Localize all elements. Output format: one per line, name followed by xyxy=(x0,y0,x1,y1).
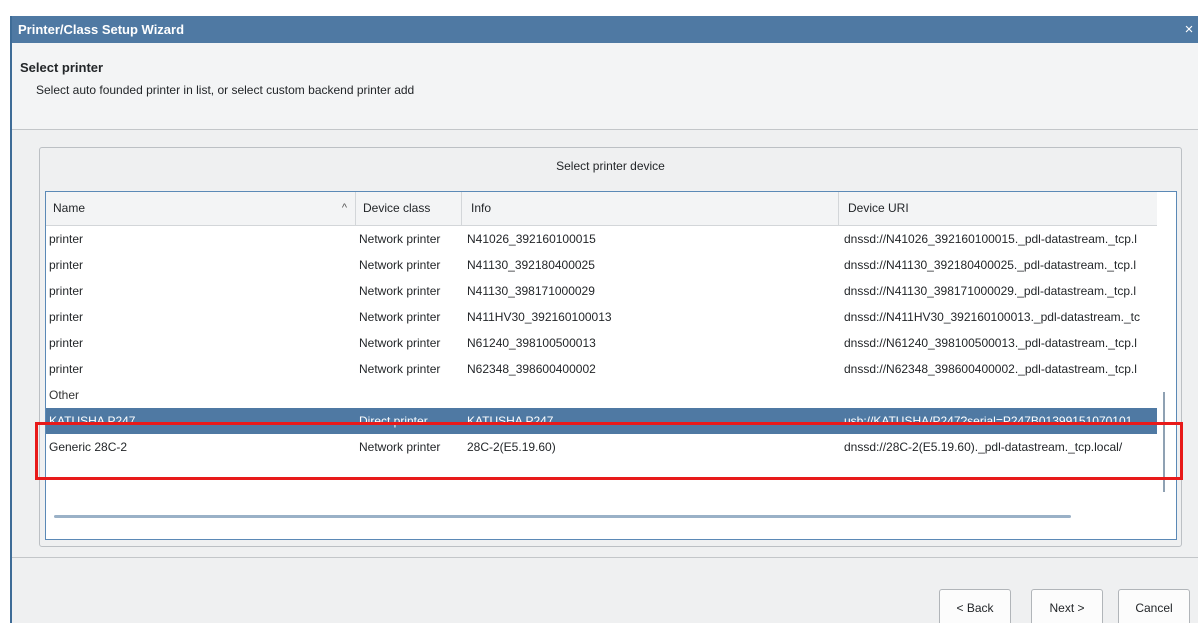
cell-info: N41130_398171000029 xyxy=(467,284,595,298)
column-header-label: Device class xyxy=(363,201,431,215)
cell-device-uri: dnssd://N62348_398600400002._pdl-datastr… xyxy=(844,362,1137,376)
header-divider xyxy=(12,129,1198,130)
table-row[interactable]: printer Network printer N61240_39810050001… xyxy=(46,330,1157,356)
table-row[interactable]: printer Network printer N411HV30_392160100… xyxy=(46,304,1157,330)
column-header-device-uri[interactable]: Device URI xyxy=(839,192,1157,226)
cell-device-uri: dnssd://N41026_392160100015._pdl-datastr… xyxy=(844,232,1137,246)
column-header-info[interactable]: Info xyxy=(462,192,839,226)
cell-info: KATUSHA P247 xyxy=(467,414,554,428)
cell-device-uri: dnssd://N61240_398100500013._pdl-datastr… xyxy=(844,336,1137,350)
cell-info: N41026_392160100015 xyxy=(467,232,596,246)
cell-name: printer xyxy=(49,284,84,298)
groupbox-title: Select printer device xyxy=(556,159,665,173)
back-button[interactable]: < Back xyxy=(939,589,1011,623)
close-icon[interactable]: × xyxy=(1182,16,1196,43)
cell-device-class: Network printer xyxy=(359,336,441,350)
page-title: Select printer xyxy=(20,60,104,75)
cell-device-class: Network printer xyxy=(359,258,441,272)
window-title: Printer/Class Setup Wizard xyxy=(18,22,185,37)
table-body: printer Network printer N41026_39216010001… xyxy=(46,226,1157,460)
cell-device-class: Network printer xyxy=(359,284,441,298)
printer-device-list[interactable]: Name ^ Device class Info Device URI prin… xyxy=(45,191,1177,540)
cell-name: Other xyxy=(49,388,80,402)
column-header-label: Name xyxy=(53,201,86,215)
cell-name: Generic 28C-2 xyxy=(49,440,128,454)
cell-name: printer xyxy=(49,336,84,350)
cell-device-uri: usb://KATUSHA/P247?serial=P247B013991510… xyxy=(844,414,1133,428)
cell-info: N62348_398600400002 xyxy=(467,362,596,376)
table-row[interactable]: printer Network printer N62348_39860040000… xyxy=(46,356,1157,382)
cell-device-class: Direct printer xyxy=(359,414,428,428)
cell-info: N41130_392180400025 xyxy=(467,258,595,272)
cell-device-uri: dnssd://N41130_398171000029._pdl-datastr… xyxy=(844,284,1136,298)
title-bar: Printer/Class Setup Wizard × xyxy=(12,16,1198,43)
cell-name: printer xyxy=(49,232,84,246)
cell-device-class: Network printer xyxy=(359,310,441,324)
column-header-label: Device URI xyxy=(848,201,909,215)
column-header-label: Info xyxy=(471,201,492,215)
horizontal-scrollbar[interactable] xyxy=(54,515,1071,518)
column-header-device-class[interactable]: Device class xyxy=(356,192,462,226)
cell-name: KATUSHA P247 xyxy=(49,414,136,428)
cell-info: 28C-2(E5.19.60) xyxy=(467,440,556,454)
printer-device-groupbox: Select printer device Name ^ Device clas… xyxy=(39,147,1182,547)
cancel-button[interactable]: Cancel xyxy=(1118,589,1190,623)
cell-device-class: Network printer xyxy=(359,232,441,246)
table-row[interactable]: printer Network printer N41026_39216010001… xyxy=(46,226,1157,252)
cell-device-class: Network printer xyxy=(359,440,441,454)
cell-device-class: Network printer xyxy=(359,362,441,376)
cell-info: N61240_398100500013 xyxy=(467,336,596,350)
cell-device-uri: dnssd://N411HV30_392160100013._pdl-datas… xyxy=(844,310,1140,324)
group-header-row[interactable]: Other xyxy=(46,382,1157,408)
page-header: Select printer Select auto founded print… xyxy=(12,43,1198,129)
cell-name: printer xyxy=(49,258,84,272)
table-row[interactable]: printer Network printer N41130_39817100002… xyxy=(46,278,1157,304)
cropped-caption-text xyxy=(150,0,1190,10)
vertical-scrollbar[interactable] xyxy=(1163,392,1165,492)
cell-name: printer xyxy=(49,362,84,376)
column-header-name[interactable]: Name ^ xyxy=(46,192,356,226)
wizard-window: Printer/Class Setup Wizard × Select prin… xyxy=(10,16,1198,623)
table-row[interactable]: Generic 28C-2 Network printer 28C-2(E5.19.… xyxy=(46,434,1157,460)
cell-device-uri: dnssd://N41130_392180400025._pdl-datastr… xyxy=(844,258,1136,272)
page-subtitle: Select auto founded printer in list, or … xyxy=(36,83,415,97)
table-header: Name ^ Device class Info Device URI xyxy=(46,192,1157,226)
cell-info: N411HV30_392160100013 xyxy=(467,310,612,324)
next-button[interactable]: Next > xyxy=(1031,589,1103,623)
sort-ascending-icon: ^ xyxy=(341,202,347,214)
footer-divider xyxy=(12,557,1198,558)
cell-name: printer xyxy=(49,310,84,324)
table-row[interactable]: KATUSHA P247 Direct printer KATUSHA P247 us… xyxy=(46,408,1157,434)
cell-device-uri: dnssd://28C-2(E5.19.60)._pdl-datastream.… xyxy=(844,440,1123,454)
table-row[interactable]: printer Network printer N41130_39218040002… xyxy=(46,252,1157,278)
